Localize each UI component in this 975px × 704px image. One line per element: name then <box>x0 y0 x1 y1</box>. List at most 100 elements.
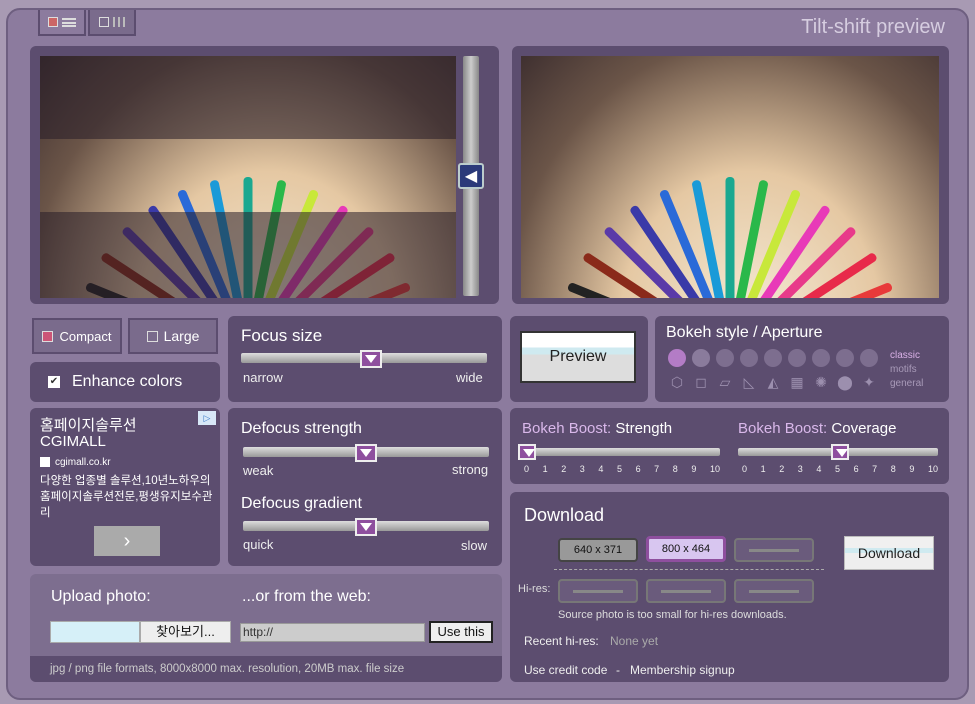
size-800-button[interactable]: 800 x 464 <box>646 536 726 562</box>
aperture-shape[interactable] <box>788 349 806 367</box>
pens-image <box>521 56 939 298</box>
square-icon <box>48 17 58 27</box>
aperture-shape[interactable] <box>692 349 710 367</box>
scale-tick-label: 8 <box>890 464 896 474</box>
hires-label: Hi-res: <box>518 583 551 595</box>
compact-label: Compact <box>59 328 112 344</box>
scale-tick-label: 9 <box>691 464 697 474</box>
boost-strength-handle[interactable] <box>518 444 536 460</box>
grid-icon[interactable]: ▦ <box>788 373 806 391</box>
hexagon-icon[interactable]: ⬡ <box>668 373 686 391</box>
tab-list-view[interactable] <box>38 10 86 36</box>
bokeh-title: Bokeh style / Aperture <box>666 324 823 341</box>
ad-headline[interactable]: 홈페이지솔루션 <box>40 414 137 435</box>
link-separator: - <box>616 663 620 677</box>
ad-body[interactable]: 다양한 업종별 솔루션,10년노하우의 홈페이지솔루션전문,평생유지보수관리 <box>40 473 214 521</box>
download-button[interactable]: Download <box>844 536 934 570</box>
aperture-shape[interactable] <box>716 349 734 367</box>
ad-headline-brand[interactable]: CGIMALL <box>40 433 106 450</box>
scale-tick-label: 0 <box>742 464 748 474</box>
scale-tick-label: 10 <box>709 464 720 474</box>
defocus-strength-title: Defocus strength <box>241 420 362 437</box>
aperture-circle-selected[interactable] <box>668 349 686 367</box>
hires-disabled-button <box>558 579 638 603</box>
preview-label: Preview <box>549 348 607 365</box>
ad-site[interactable]: cgimall.co.kr <box>55 457 111 468</box>
scale-tick-label: 8 <box>672 464 678 474</box>
scale-tick-label: 5 <box>616 464 622 474</box>
scale-tick-label: 3 <box>797 464 803 474</box>
download-title: Download <box>524 505 605 525</box>
aperture-shape[interactable] <box>764 349 782 367</box>
bokeh-category-general[interactable]: general <box>890 378 923 389</box>
defocus-gradient-min: quick <box>243 537 274 552</box>
hires-disabled-button <box>646 579 726 603</box>
focus-size-min: narrow <box>243 370 283 385</box>
boost-coverage-handle[interactable] <box>830 444 849 460</box>
focus-position-handle[interactable]: ◀ <box>458 163 484 189</box>
boost-strength-slider[interactable] <box>520 448 720 456</box>
membership-link[interactable]: Membership signup <box>630 663 735 677</box>
ad-info-badge[interactable]: ▷ <box>198 411 216 425</box>
boost-strength-scale: 0 1 2 3 4 5 6 7 8 9 10 <box>524 464 720 474</box>
preview-button[interactable]: Preview <box>520 331 636 383</box>
boost-strength-title: Bokeh Boost: Strength <box>522 420 672 437</box>
boost-strength-prefix: Bokeh Boost: <box>522 420 612 437</box>
aperture-shape[interactable] <box>836 349 854 367</box>
ad-next-button[interactable]: › <box>94 526 160 556</box>
aperture-shape[interactable] <box>740 349 758 367</box>
aperture-shape[interactable] <box>860 349 878 367</box>
use-this-button[interactable]: Use this <box>429 621 493 643</box>
burst-icon[interactable]: ✺ <box>812 373 830 391</box>
web-title: ...or from the web: <box>242 588 371 605</box>
parallelogram-icon[interactable]: ▱ <box>716 373 734 391</box>
scale-tick-label: 10 <box>927 464 938 474</box>
download-button-label: Download <box>857 545 921 561</box>
source-photo[interactable] <box>40 56 456 298</box>
blur-zone-top <box>40 56 456 139</box>
square-icon[interactable]: ◻ <box>692 373 710 391</box>
view-tabs <box>38 10 136 36</box>
url-input[interactable]: http:// <box>240 623 425 642</box>
triangle-icon[interactable]: ◺ <box>740 373 758 391</box>
file-path-field[interactable] <box>50 621 140 643</box>
defocus-gradient-title: Defocus gradient <box>241 495 362 512</box>
scale-tick-label: 9 <box>909 464 915 474</box>
tab-grid-view[interactable] <box>88 10 136 36</box>
focus-size-handle[interactable] <box>360 350 383 368</box>
star-icon[interactable]: ✦ <box>860 373 878 391</box>
triangle-icon[interactable]: ◭ <box>764 373 782 391</box>
large-button[interactable]: Large <box>128 318 218 354</box>
credit-code-link[interactable]: Use credit code <box>524 663 607 677</box>
columns-icon <box>113 17 125 27</box>
scale-tick-label: 1 <box>542 464 548 474</box>
scale-tick-label: 7 <box>654 464 660 474</box>
defocus-gradient-max: slow <box>461 538 488 553</box>
focus-size-title: Focus size <box>241 326 323 345</box>
scale-tick-label: 4 <box>598 464 604 474</box>
focus-size-max: wide <box>456 370 483 385</box>
bokeh-category-classic[interactable]: classic <box>890 350 920 361</box>
boost-coverage-prefix: Bokeh Boost: <box>738 420 828 437</box>
drop-icon[interactable]: ⬤ <box>836 373 854 391</box>
list-icon <box>62 17 76 27</box>
square-icon <box>99 17 109 27</box>
defocus-strength-handle[interactable] <box>355 444 377 462</box>
browse-button[interactable]: 찾아보기... <box>140 621 231 643</box>
scale-tick-label: 6 <box>635 464 641 474</box>
boost-strength-word: Strength <box>615 420 673 437</box>
bokeh-category-motifs[interactable]: motifs <box>890 364 917 375</box>
scale-tick-label: 7 <box>872 464 878 474</box>
boost-coverage-word: Coverage <box>831 420 897 437</box>
download-divider <box>554 569 824 570</box>
defocus-gradient-handle[interactable] <box>355 518 377 536</box>
scale-tick-label: 6 <box>853 464 859 474</box>
compact-button[interactable]: Compact <box>32 318 122 354</box>
upload-title: Upload photo: <box>51 588 151 605</box>
checkbox-icon <box>42 330 54 342</box>
enhance-checkbox[interactable]: ✔ <box>48 376 60 388</box>
ad-site-icon <box>40 457 50 467</box>
size-disabled-button <box>734 538 814 562</box>
aperture-shape[interactable] <box>812 349 830 367</box>
size-640-button[interactable]: 640 x 371 <box>558 538 638 562</box>
